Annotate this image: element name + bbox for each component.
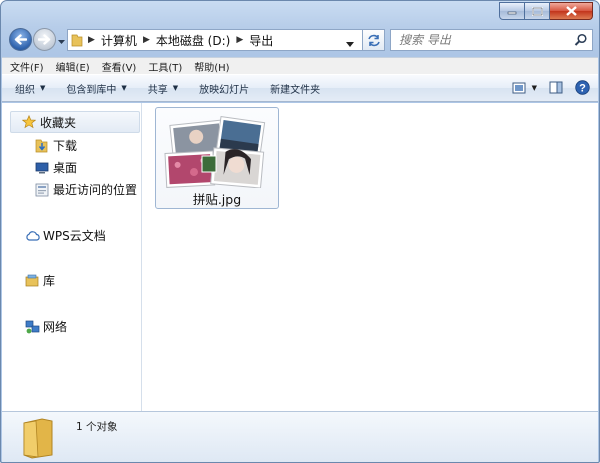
folder-icon — [68, 30, 86, 50]
folder-icon — [22, 417, 56, 462]
change-view-button[interactable]: ▼ — [512, 82, 537, 94]
maximize-button[interactable] — [525, 2, 550, 20]
chevron-down-icon: ▼ — [121, 84, 127, 92]
refresh-button[interactable] — [363, 29, 385, 51]
chevron-down-icon: ▼ — [531, 83, 537, 92]
breadcrumb-separator[interactable]: ▶ — [137, 35, 156, 45]
menu-file[interactable]: 文件(F) — [10, 59, 44, 74]
slideshow-button[interactable]: 放映幻灯片 — [199, 81, 249, 96]
minimize-icon — [507, 11, 517, 15]
library-icon — [24, 273, 40, 289]
new-folder-button[interactable]: 新建文件夹 — [270, 81, 320, 96]
nav-item-desktop[interactable]: 桌面 — [34, 159, 77, 176]
image-thumbnail — [164, 114, 270, 189]
window-caption-buttons — [499, 2, 593, 20]
menu-edit[interactable]: 编辑(E) — [56, 59, 90, 74]
arrow-right-icon — [38, 34, 51, 45]
menu-bar: 文件(F) 编辑(E) 查看(V) 工具(T) 帮助(H) — [2, 57, 598, 74]
nav-item-library[interactable]: 库 — [24, 272, 55, 289]
star-icon — [21, 114, 37, 130]
include-in-library-button[interactable]: 包含到库中 ▼ — [66, 81, 126, 96]
svg-text:?: ? — [579, 83, 586, 95]
nav-item-downloads[interactable]: 下载 — [34, 137, 77, 154]
breadcrumb-computer[interactable]: 计算机 — [101, 32, 137, 49]
file-item[interactable]: 拼贴.jpg — [155, 107, 279, 209]
address-bar[interactable]: ▶ 计算机 ▶ 本地磁盘 (D:) ▶ 导出 — [67, 29, 363, 51]
explorer-window: ▶ 计算机 ▶ 本地磁盘 (D:) ▶ 导出 文件(F) 编辑(E) 查看(V)… — [0, 0, 600, 463]
nav-item-label: 最近访问的位置 — [53, 183, 138, 197]
arrow-left-icon — [14, 34, 27, 45]
desktop-icon — [34, 160, 50, 176]
back-button[interactable] — [9, 28, 32, 51]
recent-places-icon — [34, 182, 50, 198]
downloads-folder-icon — [34, 138, 50, 154]
menu-view[interactable]: 查看(V) — [102, 59, 137, 74]
menu-help[interactable]: 帮助(H) — [194, 59, 229, 74]
refresh-icon — [367, 34, 380, 46]
chevron-down-icon — [58, 40, 65, 44]
nav-item-label: WPS云文档 — [43, 229, 106, 243]
close-icon — [565, 6, 577, 16]
search-box[interactable] — [390, 29, 593, 51]
view-icon — [512, 82, 526, 93]
nav-item-network[interactable]: 网络 — [24, 318, 67, 335]
minimize-button[interactable] — [499, 2, 525, 20]
address-dropdown-icon[interactable] — [346, 38, 354, 51]
chevron-down-icon: ▼ — [40, 84, 46, 92]
network-icon — [24, 319, 40, 335]
share-button[interactable]: 共享 ▼ — [148, 81, 178, 96]
maximize-icon — [531, 6, 543, 16]
file-name: 拼贴.jpg — [192, 192, 242, 207]
preview-pane-icon — [549, 81, 563, 94]
organize-label: 组织 — [15, 84, 35, 96]
include-in-library-label: 包含到库中 — [66, 84, 117, 96]
command-bar: 组织 ▼ 包含到库中 ▼ 共享 ▼ 放映幻灯片 新建文件夹 ▼ ? — [2, 74, 598, 102]
help-button[interactable]: ? — [575, 80, 590, 95]
breadcrumb-separator[interactable]: ▶ — [230, 35, 249, 45]
chevron-down-icon: ▼ — [172, 84, 179, 92]
breadcrumb-export[interactable]: 导出 — [249, 32, 273, 49]
breadcrumb-drive-d[interactable]: 本地磁盘 (D:) — [156, 32, 230, 49]
nav-item-label: 桌面 — [53, 161, 78, 175]
breadcrumb-separator[interactable]: ▶ — [86, 35, 101, 45]
pane-area: 收藏夹 下载 桌面 最近访问的位置 WPS云文档 库 网络 拼贴.jpg — [2, 103, 598, 411]
nav-item-favorites[interactable]: 收藏夹 — [10, 111, 140, 133]
item-count: 1 个对象 — [76, 421, 118, 433]
nav-item-label: 库 — [43, 274, 56, 288]
nav-item-label: 收藏夹 — [40, 115, 77, 130]
preview-pane-button[interactable] — [549, 81, 563, 94]
details-pane: 1 个对象 — [2, 411, 598, 462]
help-icon: ? — [575, 80, 590, 95]
search-input[interactable] — [391, 30, 561, 50]
view-controls: ▼ ? — [500, 80, 590, 95]
organize-button[interactable]: 组织 ▼ — [15, 81, 45, 96]
share-label: 共享 — [147, 84, 168, 96]
file-list: 拼贴.jpg — [143, 103, 598, 411]
collage-thumbnail-icon — [164, 116, 266, 189]
nav-item-recent[interactable]: 最近访问的位置 — [34, 181, 137, 198]
close-button[interactable] — [550, 2, 593, 20]
nav-item-label: 网络 — [43, 320, 68, 334]
navigation-pane: 收藏夹 下载 桌面 最近访问的位置 WPS云文档 库 网络 — [2, 103, 142, 411]
recent-pages-dropdown[interactable] — [58, 36, 65, 44]
menu-tools[interactable]: 工具(T) — [148, 59, 182, 74]
nav-item-wps-cloud[interactable]: WPS云文档 — [24, 227, 106, 244]
address-row: ▶ 计算机 ▶ 本地磁盘 (D:) ▶ 导出 — [1, 27, 599, 53]
nav-item-label: 下载 — [53, 139, 78, 153]
cloud-icon — [24, 228, 40, 244]
search-icon[interactable] — [574, 33, 588, 50]
forward-button[interactable] — [33, 28, 56, 51]
